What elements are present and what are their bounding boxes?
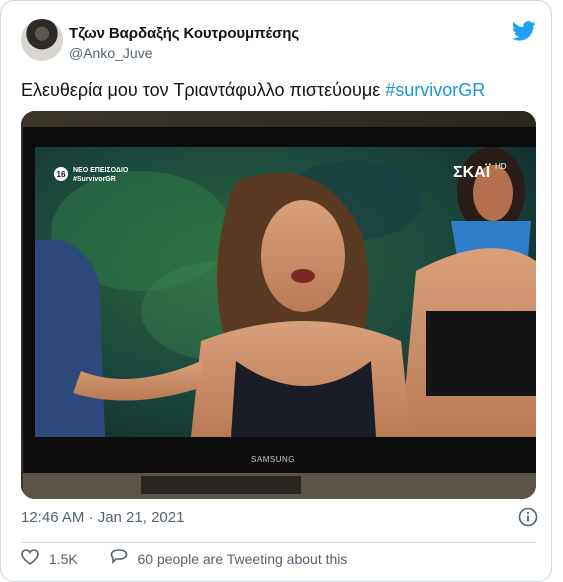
channel-logo-suffix: HD — [495, 162, 507, 171]
tweet-actions: 1.5K 60 people are Tweeting about this — [21, 549, 347, 568]
author-name[interactable]: Τζων Βαρδαξής Κουτρουμπέσης — [69, 25, 299, 42]
activity-link[interactable]: 60 people are Tweeting about this — [137, 551, 347, 567]
episode-badge-line2: #SurvivorGR — [73, 176, 116, 183]
twitter-bird-icon[interactable] — [512, 21, 536, 41]
heart-icon[interactable] — [21, 549, 39, 568]
author-handle[interactable]: @Anko_Juve — [69, 45, 152, 61]
age-rating-badge: 16 — [57, 170, 66, 179]
episode-badge-line1: ΝΕΟ ΕΠΕΙΣΟΔΙΟ — [73, 167, 129, 174]
info-icon[interactable] — [518, 507, 538, 527]
divider — [21, 542, 536, 543]
reply-icon[interactable] — [110, 549, 128, 568]
avatar[interactable] — [21, 19, 63, 61]
tv-brand-label: SAMSUNG — [251, 455, 295, 464]
tweet-photo[interactable]: 16 ΝΕΟ ΕΠΕΙΣΟΔΙΟ #SurvivorGR ΣΚΑΪ HD SAM… — [21, 111, 536, 499]
channel-logo: ΣΚΑΪ — [453, 163, 491, 181]
like-count[interactable]: 1.5K — [49, 551, 78, 567]
tweet-text: Ελευθερία μου τον Τριαντάφυλλο πιστεύουμ… — [21, 79, 485, 101]
tweet-card: Τζων Βαρδαξής Κουτρουμπέσης @Anko_Juve Ε… — [0, 0, 552, 582]
tv-photo: 16 ΝΕΟ ΕΠΕΙΣΟΔΙΟ #SurvivorGR ΣΚΑΪ HD SAM… — [21, 111, 536, 499]
hashtag-link[interactable]: #survivorGR — [385, 80, 485, 100]
timestamp[interactable]: 12:46 AM · Jan 21, 2021 — [21, 509, 184, 526]
tweet-text-body: Ελευθερία μου τον Τριαντάφυλλο πιστεύουμ… — [21, 80, 386, 100]
